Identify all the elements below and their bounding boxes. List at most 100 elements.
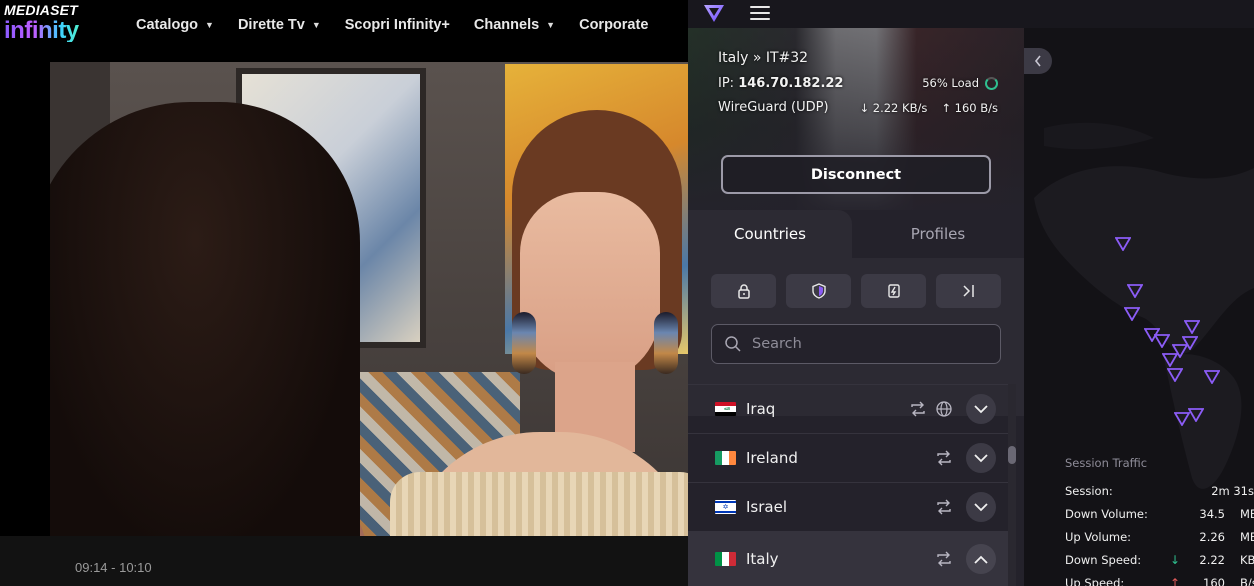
expand-button[interactable] [966, 443, 996, 473]
download-speed: ↓ 2.22 KB/s [859, 101, 927, 115]
video-scene-earring [654, 312, 678, 374]
traffic-unit: MB [1240, 530, 1254, 544]
filter-secure-core-button[interactable] [936, 274, 1001, 308]
traffic-row-up-speed: Up Speed: ↑ 160 B/s [1065, 576, 1254, 586]
lock-icon [737, 284, 750, 299]
mediaset-infinity-logo[interactable]: MEDIASET infinity [4, 2, 79, 43]
hamburger-menu-icon[interactable] [750, 4, 770, 22]
server-marker-icon[interactable] [1188, 408, 1204, 422]
nav-corporate[interactable]: Corporate [579, 17, 648, 33]
video-scene-earring [512, 312, 536, 374]
p2p-icon [908, 399, 928, 419]
traffic-unit: KB/s [1240, 553, 1254, 567]
nav-label: Dirette Tv [237, 17, 305, 33]
session-traffic-panel: Session Traffic Session: 2m 31s Down Vol… [1065, 456, 1254, 586]
country-name: Ireland [746, 449, 798, 467]
nav-label: Scopri Infinity+ [344, 17, 450, 33]
upload-speed: ↑ 160 B/s [941, 101, 998, 115]
traffic-row-down-volume: Down Volume: 34.5 MB [1065, 507, 1254, 523]
server-marker-icon[interactable] [1127, 284, 1143, 298]
expand-button[interactable] [966, 394, 996, 424]
video-scene-face [520, 192, 660, 382]
logo-top-text: MEDIASET [4, 2, 78, 18]
country-row-israel[interactable]: ✡ Israel [688, 482, 1008, 531]
sidebar-tabs: Countries Profiles [688, 210, 1024, 258]
tor-icon [887, 284, 900, 298]
arrow-up-icon: ↑ [941, 101, 955, 115]
country-name: Iraq [746, 400, 776, 418]
filter-netshield-button[interactable] [786, 274, 851, 308]
filter-kill-switch-button[interactable] [861, 274, 926, 308]
nav-label: Channels [473, 17, 540, 33]
p2p-icon [934, 549, 954, 569]
vpn-sidebar: Italy » IT#32 IP: 146.70.182.22 56% Load… [688, 28, 1024, 586]
country-list: ﷲ Iraq Ireland ✡ Israel Italy [688, 384, 1008, 586]
ip-value: 146.70.182.22 [738, 76, 844, 91]
traffic-row-session: Session: 2m 31s [1065, 484, 1254, 500]
vpn-title-bar [688, 0, 1254, 28]
server-marker-icon[interactable] [1115, 237, 1131, 251]
country-row-ireland[interactable]: Ireland [688, 433, 1008, 482]
secure-core-icon [962, 285, 974, 297]
nav-label: Corporate [579, 17, 649, 33]
filter-buttons [711, 274, 1001, 308]
vpn-logo-icon [704, 5, 724, 22]
ip-label: IP: [718, 76, 735, 91]
nav-catalogo[interactable]: Catalogo ▼ [136, 17, 214, 33]
country-search[interactable] [711, 324, 1001, 364]
video-scene-top [390, 472, 688, 536]
nav-dirette-tv[interactable]: Dirette Tv ▼ [238, 17, 321, 33]
connection-card: Italy » IT#32 IP: 146.70.182.22 56% Load… [688, 28, 1024, 210]
israel-flag-icon: ✡ [715, 500, 736, 514]
caret-down-icon: ▼ [546, 20, 556, 30]
upload-speed-value: 160 B/s [954, 101, 998, 115]
mediaset-page: MEDIASET infinity Catalogo ▼ Dirette Tv … [0, 0, 688, 586]
protocol: WireGuard (UDP) [718, 100, 829, 115]
filter-secure-button[interactable] [711, 274, 776, 308]
country-name: Israel [746, 498, 787, 516]
server-marker-icon[interactable] [1167, 368, 1183, 382]
traffic-value: 34.5 [1199, 507, 1225, 521]
server-marker-icon[interactable] [1184, 320, 1200, 334]
p2p-icon [934, 497, 954, 517]
traffic-label: Up Volume: [1065, 530, 1132, 544]
server-load: 56% Load [922, 76, 998, 90]
caret-down-icon: ▼ [311, 20, 321, 30]
vpn-app-window: Italy » IT#32 IP: 146.70.182.22 56% Load… [688, 0, 1254, 586]
arrow-up-icon: ↑ [1170, 576, 1181, 586]
traffic-row-up-volume: Up Volume: 2.26 MB [1065, 530, 1254, 546]
server-marker-icon[interactable] [1162, 353, 1178, 367]
disconnect-button[interactable]: Disconnect [721, 155, 991, 194]
server-marker-icon[interactable] [1154, 334, 1170, 348]
collapse-button[interactable] [966, 544, 996, 574]
country-name: Italy [746, 550, 779, 568]
country-list-scrollbar[interactable] [1008, 384, 1016, 586]
traffic-unit: MB [1240, 507, 1254, 521]
nav-channels[interactable]: Channels ▼ [474, 17, 555, 33]
caret-down-icon: ▼ [205, 20, 214, 30]
chevron-down-icon [974, 453, 988, 462]
globe-icon [934, 399, 954, 419]
traffic-value: 2.22 [1199, 553, 1225, 567]
country-row-iraq[interactable]: ﷲ Iraq [688, 384, 1008, 433]
server-marker-icon[interactable] [1124, 307, 1140, 321]
tab-countries[interactable]: Countries [688, 210, 852, 258]
nav-scopri-infinity[interactable]: Scopri Infinity+ [345, 17, 450, 33]
scrollbar-thumb[interactable] [1008, 446, 1016, 464]
server-map[interactable]: Session Traffic Session: 2m 31s Down Vol… [1024, 28, 1254, 586]
load-text: 56% Load [922, 76, 979, 90]
video-player[interactable] [50, 62, 688, 536]
site-header: MEDIASET infinity Catalogo ▼ Dirette Tv … [0, 0, 688, 62]
expand-button[interactable] [966, 492, 996, 522]
load-ring-icon [985, 76, 998, 90]
italy-flag-icon [715, 552, 736, 566]
search-input[interactable] [752, 336, 982, 352]
country-row-italy[interactable]: Italy [688, 531, 1008, 586]
tab-profiles[interactable]: Profiles [852, 210, 1024, 258]
program-timecode: 09:14 - 10:10 [75, 560, 152, 575]
download-speed-value: 2.22 KB/s [872, 101, 928, 115]
chevron-up-icon [974, 555, 988, 564]
traffic-value: 2.26 [1199, 530, 1225, 544]
server-marker-icon[interactable] [1204, 370, 1220, 384]
session-traffic-title: Session Traffic [1065, 456, 1148, 470]
